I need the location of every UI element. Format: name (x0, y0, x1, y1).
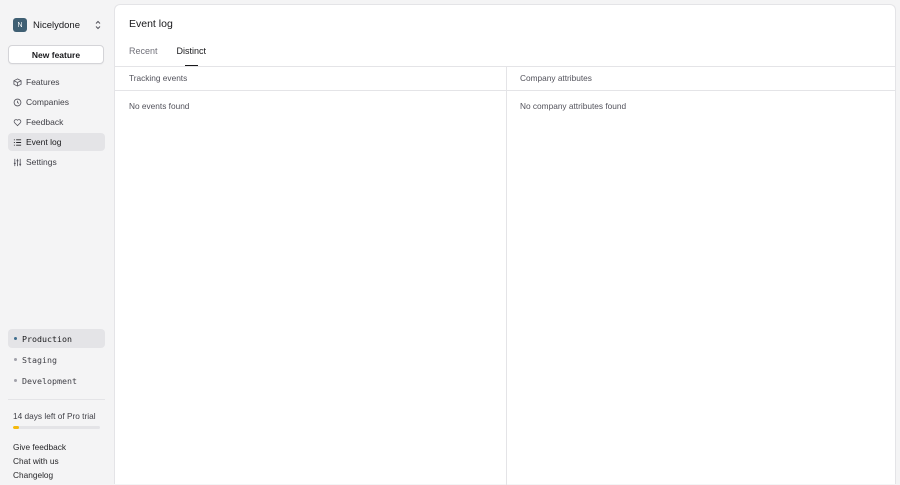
sidebar-item-label: Companies (26, 97, 69, 107)
sidebar-item-label: Event log (26, 137, 62, 147)
settings-icon (13, 158, 22, 166)
environment-dot (14, 379, 17, 382)
sidebar-item-companies[interactable]: Companies (8, 93, 105, 111)
tab-bar: Recent Distinct (129, 46, 225, 67)
tab-recent[interactable]: Recent (129, 46, 158, 66)
sidebar-item-feedback[interactable]: Feedback (8, 113, 105, 131)
company-attributes-header: Company attributes (520, 73, 592, 83)
trial-status: 14 days left of Pro trial (13, 411, 96, 421)
column-divider (506, 66, 507, 485)
environment-label: Staging (22, 354, 57, 365)
sidebar-item-label: Features (26, 77, 60, 87)
company-attributes-empty-state: No company attributes found (520, 101, 627, 111)
companies-icon (13, 98, 22, 106)
chat-with-us-link[interactable]: Chat with us (13, 456, 66, 470)
tracking-events-header: Tracking events (129, 73, 188, 83)
changelog-link[interactable]: Changelog (13, 470, 66, 484)
main-panel: Event log Recent Distinct Tracking event… (114, 4, 896, 485)
sidebar-item-settings[interactable]: Settings (8, 153, 105, 171)
environment-list: Production Staging Development (8, 329, 105, 392)
environment-dot (14, 358, 17, 361)
page-title: Event log (129, 18, 173, 30)
feedback-icon (13, 118, 22, 126)
org-switcher[interactable]: N Nicelydone (8, 15, 106, 35)
environment-staging[interactable]: Staging (8, 350, 105, 369)
sidebar-footer: Give feedback Chat with us Changelog (13, 442, 66, 484)
sidebar-item-label: Settings (26, 157, 57, 167)
environment-label: Production (22, 333, 72, 344)
environment-label: Development (22, 375, 77, 386)
trial-progress-fill (13, 426, 20, 429)
sidebar-divider (8, 399, 105, 400)
event-log-icon (13, 138, 22, 146)
give-feedback-link[interactable]: Give feedback (13, 442, 66, 456)
tab-distinct[interactable]: Distinct (177, 46, 206, 67)
tracking-events-empty-state: No events found (129, 101, 190, 111)
chevron-up-down-icon (95, 20, 101, 30)
new-feature-button[interactable]: New feature (8, 45, 104, 64)
environment-production[interactable]: Production (8, 329, 105, 348)
features-icon (13, 77, 22, 87)
divider (115, 66, 895, 67)
environment-dot (14, 337, 17, 340)
environment-development[interactable]: Development (8, 371, 105, 390)
sidebar-nav: Features Companies Feedback Event log Se… (8, 73, 105, 173)
sidebar: N Nicelydone New feature Features Compan… (0, 0, 113, 484)
sidebar-item-features[interactable]: Features (8, 73, 105, 91)
trial-progress-bar (13, 426, 100, 429)
divider (115, 90, 895, 91)
org-avatar: N (13, 18, 27, 32)
sidebar-item-label: Feedback (26, 117, 64, 127)
sidebar-item-event-log[interactable]: Event log (8, 133, 105, 151)
org-name: Nicelydone (33, 19, 80, 31)
